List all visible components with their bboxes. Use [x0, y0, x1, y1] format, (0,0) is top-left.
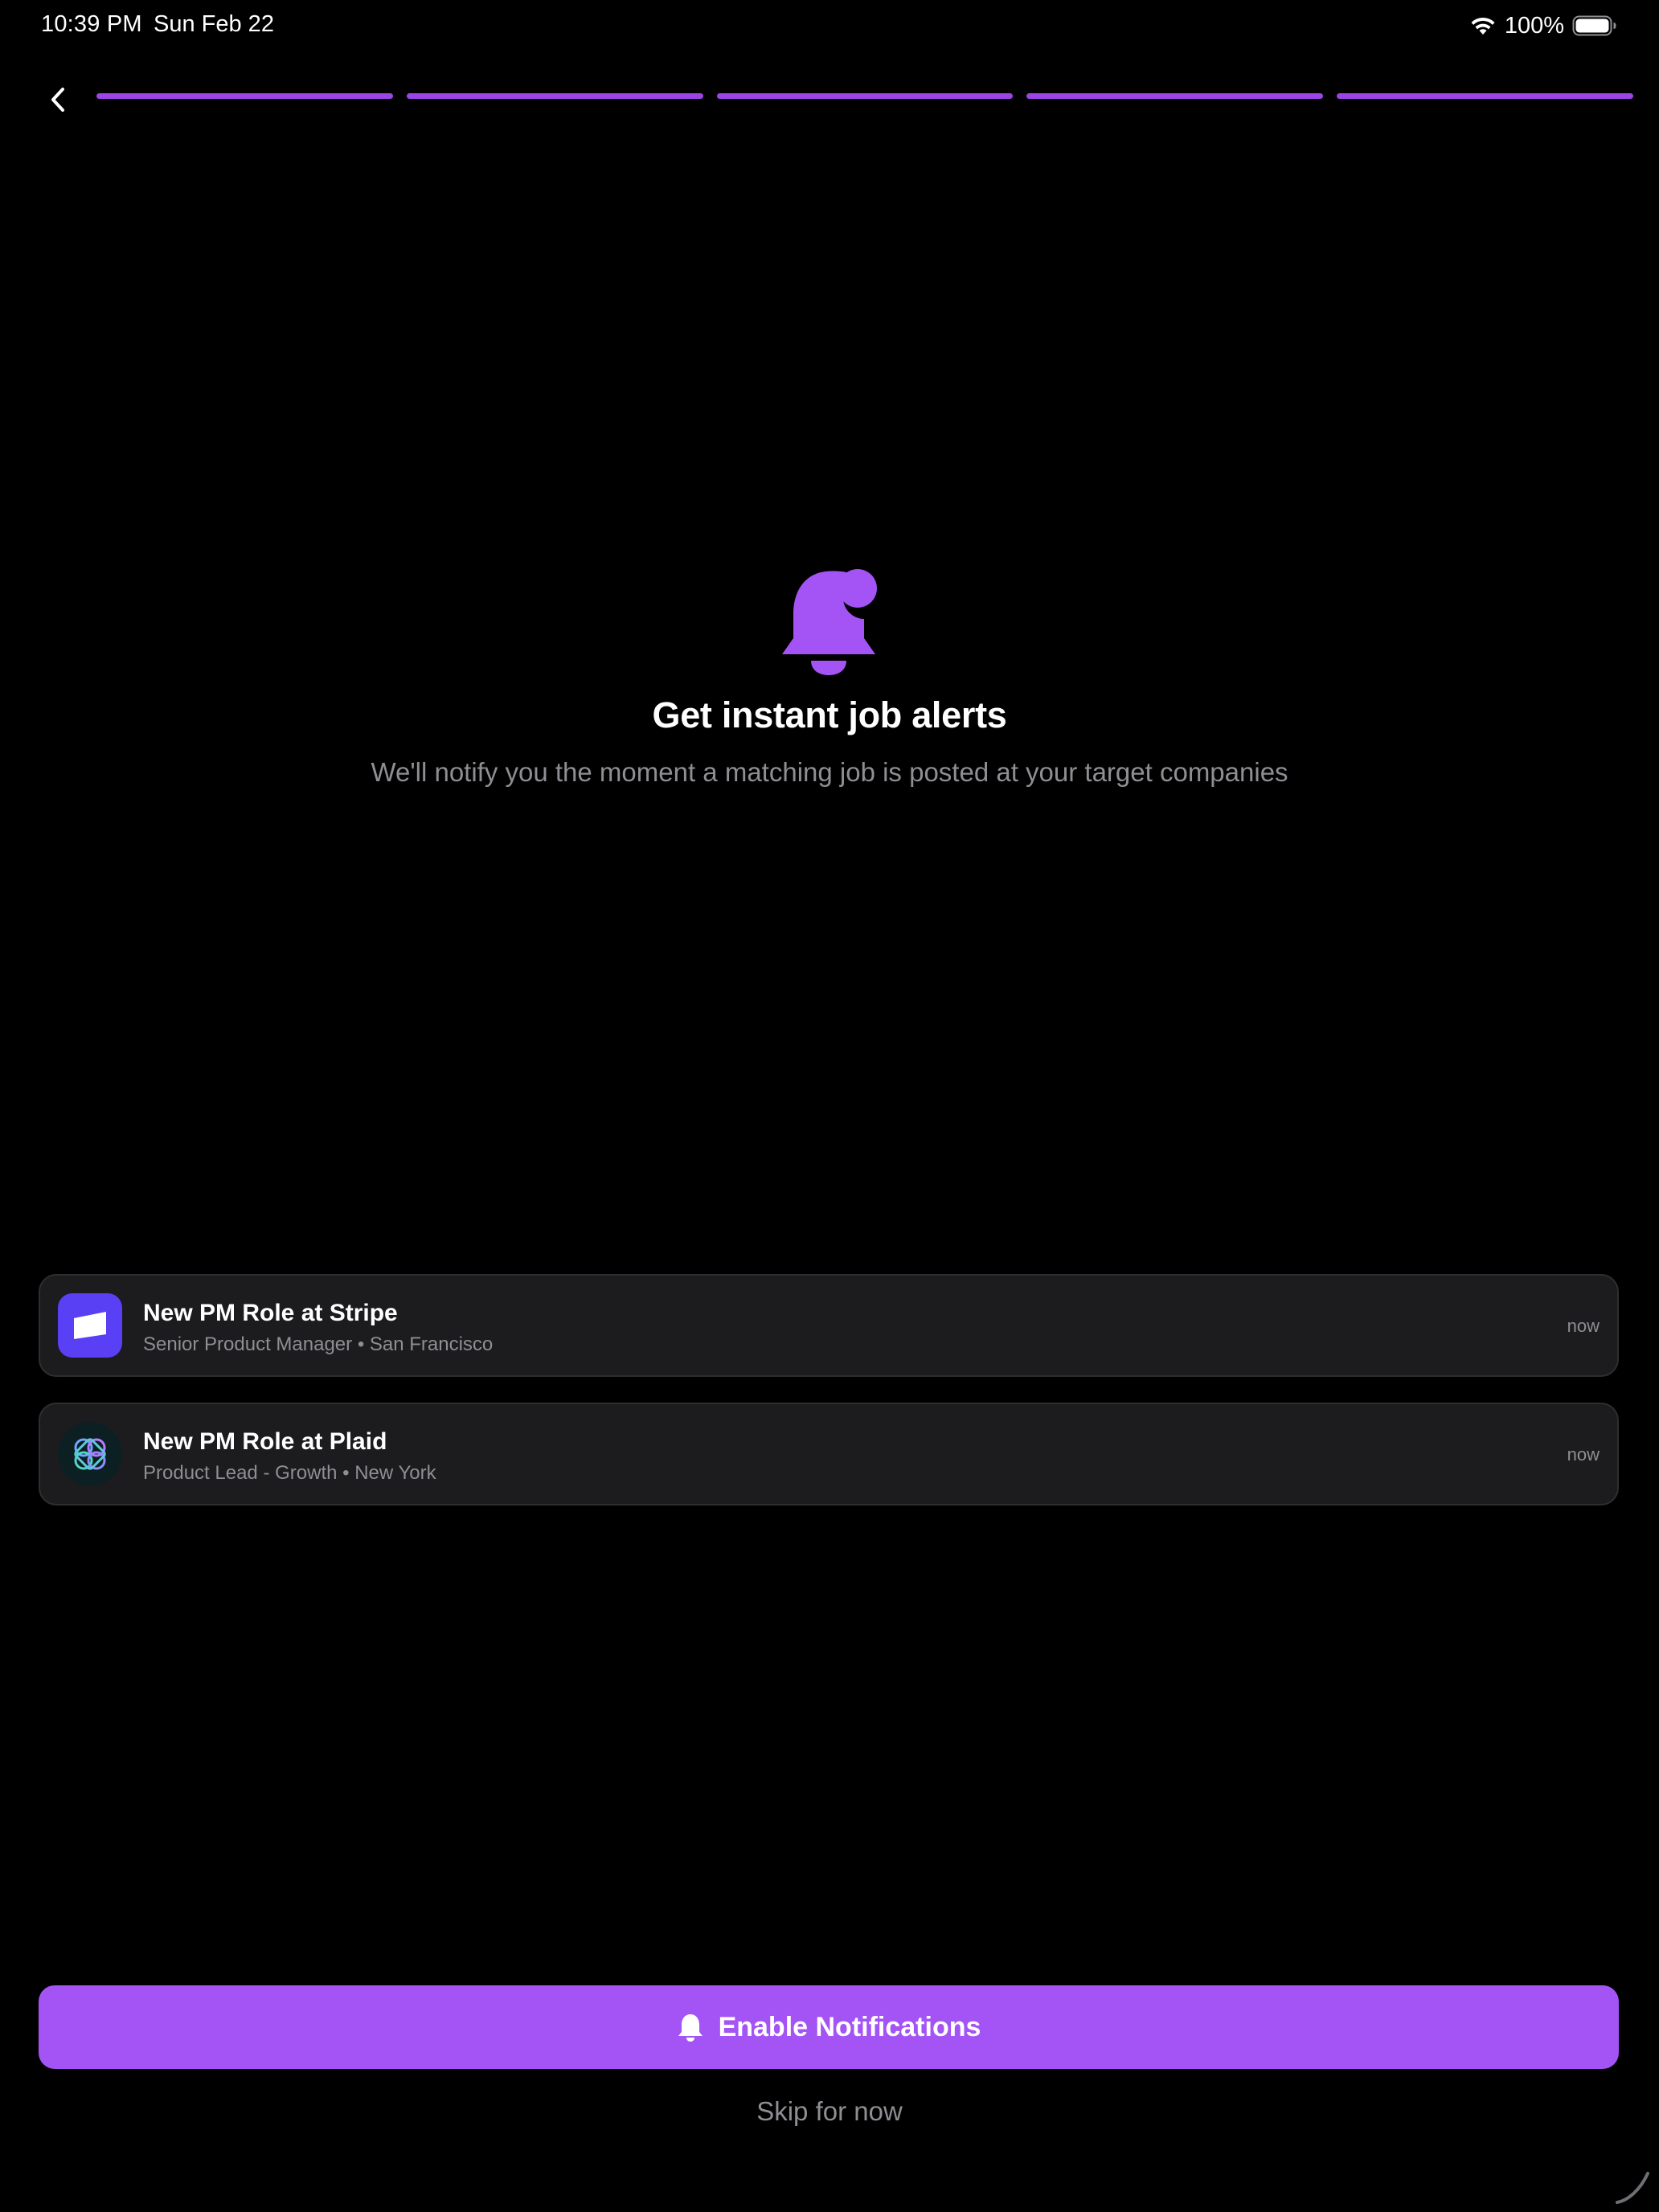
alert-title: New PM Role at Stripe: [143, 1300, 398, 1326]
progress-segment: [96, 93, 393, 99]
status-bar: 10:39 PM Sun Feb 22 100%: [0, 0, 1659, 51]
onboarding-progress: [96, 93, 1633, 99]
scroll-indicator-icon: [1616, 2172, 1649, 2204]
bell-icon: [678, 2014, 703, 2042]
progress-segment: [406, 93, 703, 99]
alert-subtitle: Senior Product Manager • San Francisco: [143, 1333, 494, 1355]
status-date: Sun Feb 22: [154, 11, 274, 37]
progress-segment: [1337, 93, 1633, 99]
alert-title: New PM Role at Plaid: [143, 1428, 387, 1455]
progress-segment: [1026, 93, 1324, 99]
stripe-logo: [58, 1293, 122, 1358]
page-title: Get instant job alerts: [652, 694, 1007, 735]
alert-time: now: [1567, 1444, 1600, 1464]
battery-icon: [1572, 15, 1616, 36]
alert-subtitle: Product Lead - Growth • New York: [143, 1462, 436, 1484]
battery-percentage: 100%: [1504, 12, 1564, 39]
status-time: 10:39 PM: [41, 11, 142, 37]
bell-badge-icon: [782, 569, 877, 675]
back-button[interactable]: [35, 77, 80, 122]
job-alert-card: New PM Role at Stripe Senior Product Man…: [39, 1274, 1619, 1377]
alert-time: now: [1567, 1316, 1600, 1336]
page-subtitle: We'll notify you the moment a matching j…: [371, 757, 1288, 787]
hero: Get instant job alerts We'll notify you …: [0, 563, 1659, 788]
skip-button[interactable]: Skip for now: [0, 2096, 1659, 2127]
wifi-icon: [1471, 17, 1495, 35]
job-alert-card: New PM Role at Plaid Product Lead - Grow…: [39, 1403, 1619, 1505]
enable-notifications-button[interactable]: Enable Notifications: [39, 1985, 1619, 2069]
plaid-logo: [58, 1422, 122, 1486]
enable-notifications-label: Enable Notifications: [718, 2011, 981, 2042]
chevron-left-icon: [51, 88, 64, 112]
onboarding-screen: 10:39 PM Sun Feb 22 100% Get instant job…: [0, 0, 1659, 2212]
progress-segment: [716, 93, 1014, 99]
status-indicators: 100%: [1469, 11, 1617, 40]
